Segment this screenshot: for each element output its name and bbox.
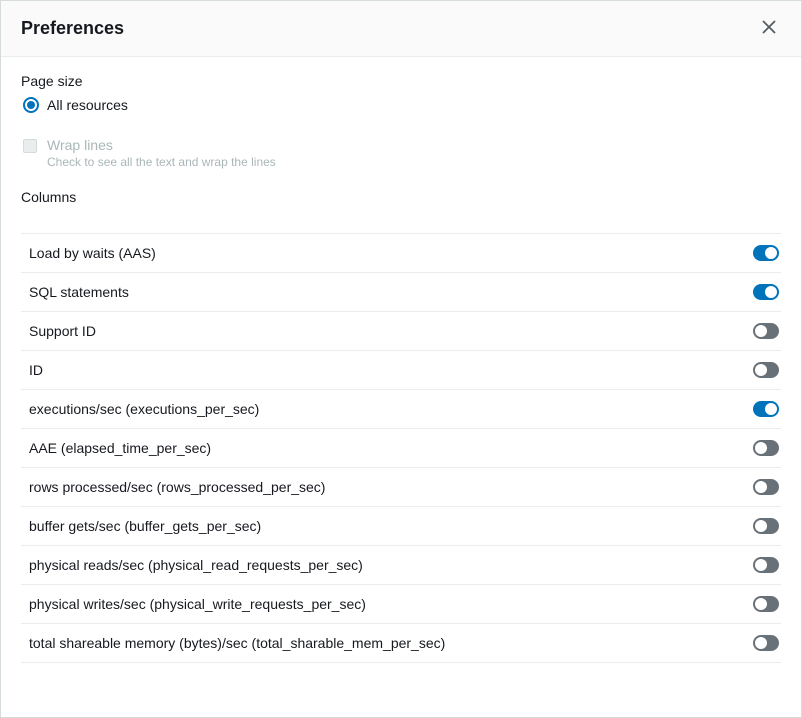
column-row: Support ID xyxy=(21,312,781,351)
column-label: physical reads/sec (physical_read_reques… xyxy=(29,557,363,573)
close-icon xyxy=(761,19,777,38)
column-toggle[interactable] xyxy=(753,284,779,300)
column-row: executions/sec (executions_per_sec) xyxy=(21,390,781,429)
toggle-knob-icon xyxy=(755,598,767,610)
toggle-knob-icon xyxy=(755,364,767,376)
toggle-knob-icon xyxy=(755,559,767,571)
column-label: AAE (elapsed_time_per_sec) xyxy=(29,440,211,456)
column-row: physical reads/sec (physical_read_reques… xyxy=(21,546,781,585)
column-toggle[interactable] xyxy=(753,362,779,378)
modal-body: Page size All resources Wrap lines Check… xyxy=(1,57,801,717)
column-label: Load by waits (AAS) xyxy=(29,245,156,261)
page-size-label: Page size xyxy=(21,73,781,89)
modal-title: Preferences xyxy=(21,18,124,39)
column-label: ID xyxy=(29,362,43,378)
column-toggle[interactable] xyxy=(753,479,779,495)
column-row: physical writes/sec (physical_write_requ… xyxy=(21,585,781,624)
column-label: buffer gets/sec (buffer_gets_per_sec) xyxy=(29,518,261,534)
toggle-knob-icon xyxy=(755,442,767,454)
column-toggle[interactable] xyxy=(753,557,779,573)
column-row: buffer gets/sec (buffer_gets_per_sec) xyxy=(21,507,781,546)
toggle-knob-icon xyxy=(755,520,767,532)
column-row: SQL statements xyxy=(21,273,781,312)
column-row: rows processed/sec (rows_processed_per_s… xyxy=(21,468,781,507)
column-label: rows processed/sec (rows_processed_per_s… xyxy=(29,479,325,495)
column-label: SQL statements xyxy=(29,284,129,300)
column-label: executions/sec (executions_per_sec) xyxy=(29,401,259,417)
toggle-knob-icon xyxy=(765,247,777,259)
column-toggle[interactable] xyxy=(753,245,779,261)
columns-list: Load by waits (AAS) SQL statements Support… xyxy=(21,233,781,663)
wrap-lines-texts: Wrap lines Check to see all the text and… xyxy=(47,137,276,169)
columns-label: Columns xyxy=(21,189,781,205)
column-label: Support ID xyxy=(29,323,96,339)
column-toggle[interactable] xyxy=(753,635,779,651)
column-row: AAE (elapsed_time_per_sec) xyxy=(21,429,781,468)
wrap-lines-checkbox[interactable]: Wrap lines Check to see all the text and… xyxy=(23,137,781,169)
toggle-knob-icon xyxy=(765,286,777,298)
close-button[interactable] xyxy=(757,15,781,42)
column-toggle[interactable] xyxy=(753,440,779,456)
modal-header: Preferences xyxy=(1,1,801,57)
toggle-knob-icon xyxy=(755,325,767,337)
column-row: total shareable memory (bytes)/sec (tota… xyxy=(21,624,781,663)
toggle-knob-icon xyxy=(755,637,767,649)
wrap-lines-label: Wrap lines xyxy=(47,137,276,153)
page-size-radio-all[interactable]: All resources xyxy=(23,97,781,113)
toggle-knob-icon xyxy=(765,403,777,415)
preferences-modal: Preferences Page size All resources Wrap… xyxy=(0,0,802,718)
checkbox-icon xyxy=(23,139,37,153)
column-label: physical writes/sec (physical_write_requ… xyxy=(29,596,366,612)
column-row: ID xyxy=(21,351,781,390)
column-toggle[interactable] xyxy=(753,323,779,339)
column-toggle[interactable] xyxy=(753,401,779,417)
column-toggle[interactable] xyxy=(753,518,779,534)
column-label: total shareable memory (bytes)/sec (tota… xyxy=(29,635,445,651)
radio-icon xyxy=(23,97,39,113)
radio-label: All resources xyxy=(47,97,128,113)
wrap-lines-description: Check to see all the text and wrap the l… xyxy=(47,155,276,169)
toggle-knob-icon xyxy=(755,481,767,493)
column-row: Load by waits (AAS) xyxy=(21,234,781,273)
column-toggle[interactable] xyxy=(753,596,779,612)
